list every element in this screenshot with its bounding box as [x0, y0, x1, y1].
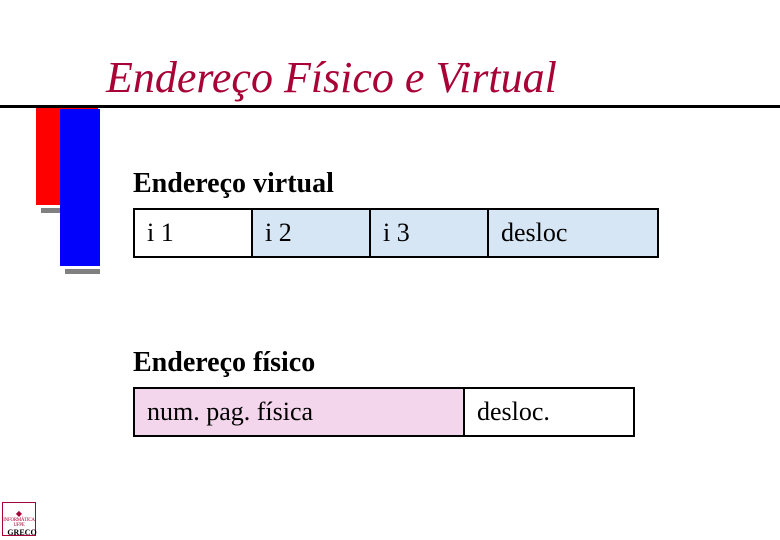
physical-cell-desloc: desloc.	[464, 388, 634, 436]
physical-heading: Endereço físico	[133, 347, 315, 379]
virtual-cell-i3: i 3	[370, 209, 488, 257]
physical-address-table: num. pag. física desloc.	[133, 387, 635, 437]
logo-mark-icon: ◆	[16, 510, 22, 518]
shadow-bar-2	[65, 269, 100, 274]
slide-title: Endereço Físico e Virtual	[106, 54, 557, 102]
decor-blue-block	[60, 109, 100, 266]
virtual-cell-i1: i 1	[134, 209, 252, 257]
physical-cell-numpag: num. pag. física	[134, 388, 464, 436]
virtual-cell-desloc: desloc	[488, 209, 658, 257]
table-row: i 1 i 2 i 3 desloc	[134, 209, 658, 257]
virtual-heading: Endereço virtual	[133, 168, 334, 200]
table-row: num. pag. física desloc.	[134, 388, 634, 436]
virtual-cell-i2: i 2	[252, 209, 370, 257]
virtual-address-table: i 1 i 2 i 3 desloc	[133, 208, 659, 258]
footer-greco: GRECO	[0, 528, 44, 540]
title-underline	[0, 105, 780, 108]
